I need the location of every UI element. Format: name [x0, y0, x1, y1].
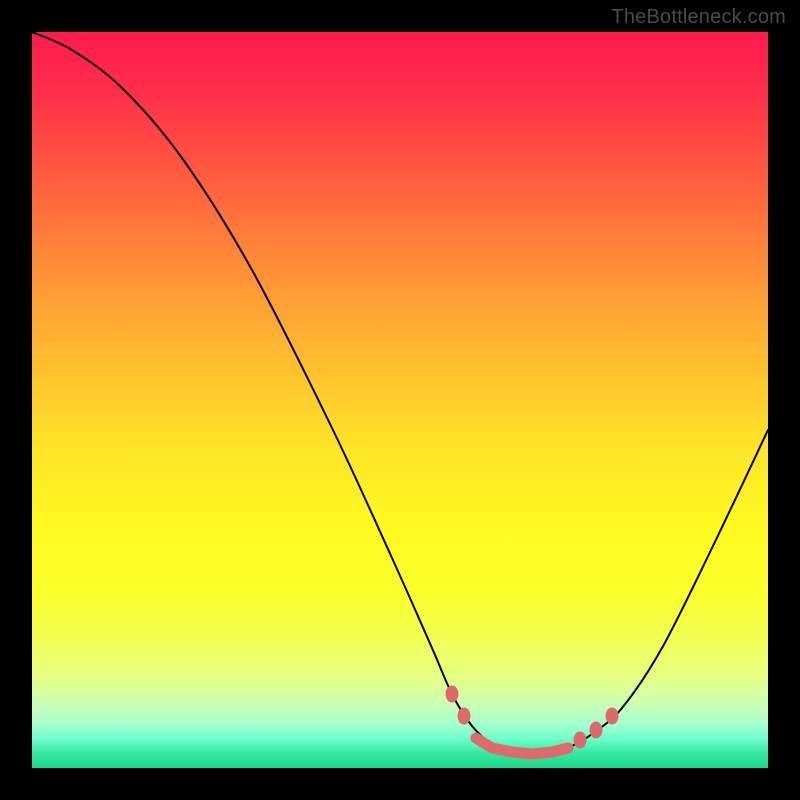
- attribution-text: TheBottleneck.com: [611, 6, 786, 29]
- chart-background-gradient: [32, 32, 768, 768]
- chart-frame: TheBottleneck.com: [0, 0, 800, 800]
